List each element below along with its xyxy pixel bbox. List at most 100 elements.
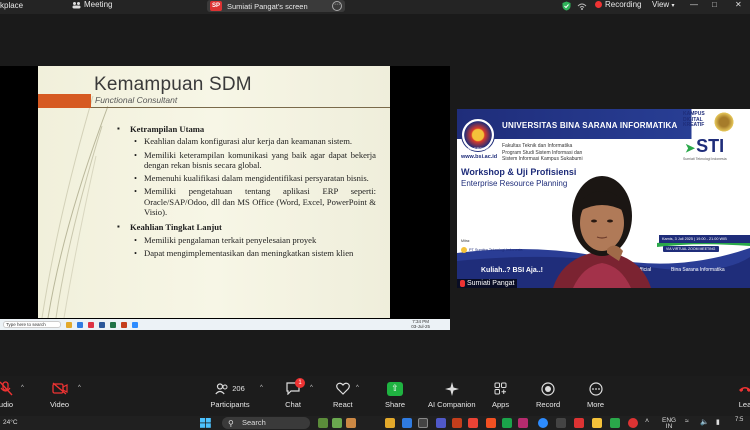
sharer-avatar: SP (210, 1, 222, 11)
recording-indicator[interactable]: Recording (595, 0, 641, 9)
bullet-item: Memenuhi kualifikasi dalam mengidentifik… (118, 173, 376, 184)
app-icon[interactable] (502, 418, 512, 428)
participant-person (553, 176, 651, 288)
chat-unread-badge: 1 (295, 378, 305, 388)
app-title: kplace (0, 1, 24, 10)
windows-start-icon[interactable] (200, 418, 211, 428)
participants-options-icon[interactable]: ^ (260, 385, 263, 391)
share-button[interactable]: ⇧ Share (385, 381, 405, 409)
audio-options-icon[interactable]: ^ (21, 385, 24, 391)
more-button[interactable]: More (587, 381, 604, 409)
taskbar-search[interactable]: ⚲ Search (222, 417, 310, 429)
excel-icon (110, 321, 116, 328)
sti-logo: ➤STI (685, 136, 725, 156)
ai-companion-button[interactable]: AI Companion (428, 381, 476, 409)
apps-button[interactable]: Apps (492, 381, 509, 409)
react-button[interactable]: React (333, 381, 353, 409)
shield-check-icon[interactable] (562, 1, 571, 11)
audio-button[interactable]: udio (0, 381, 14, 409)
search-icon: ⚲ (228, 419, 234, 428)
social-name: Bina Sarana Informatika (671, 267, 725, 273)
app-icon[interactable] (574, 418, 584, 428)
bullet-item: Keahlian dalam konfigurasi alur kerja da… (118, 136, 376, 147)
shared-screen[interactable]: Kemampuan SDM Functional Consultant Ketr… (0, 66, 450, 330)
chat-button[interactable]: 1 Chat (285, 378, 305, 409)
website-label: www.bsi.ac.id (461, 154, 498, 160)
slide-title: Kemampuan SDM (94, 74, 252, 95)
leave-button[interactable]: Lea (737, 381, 750, 409)
maximize-button[interactable]: □ (712, 0, 717, 9)
minimize-button[interactable]: — (690, 0, 698, 9)
chat-options-icon[interactable]: ^ (310, 385, 313, 391)
participant-video[interactable]: UNIVERSITAS UNIVERSITAS BINA SARANA INFO… (457, 109, 750, 288)
screen-share-indicator[interactable]: SP Sumiati Pangat's screen ⋯ (207, 0, 345, 12)
recording-label: Recording (605, 0, 642, 9)
language-indicator[interactable]: ENG IN (662, 417, 676, 430)
network-icon[interactable] (577, 1, 587, 11)
taskbar-clock[interactable]: 7:5 (735, 417, 743, 423)
apps-grid-icon (494, 382, 507, 395)
video-label: Video (50, 400, 70, 409)
windows-taskbar: 24°C ⚲ Search ˄ ENG IN ≈ 🔈 ▮ 7:5 (0, 416, 750, 430)
view-label: View (652, 0, 670, 9)
app-icon[interactable] (418, 418, 428, 428)
leave-icon (739, 386, 750, 392)
section-heading: Keahlian Tingkat Lanjut (117, 222, 376, 233)
partner-logo-icon (461, 247, 467, 253)
apps-label: Apps (492, 400, 510, 409)
folder-icon[interactable] (385, 418, 395, 428)
partner-label: Mitra: (461, 239, 470, 243)
record-button[interactable]: Record (536, 381, 560, 409)
teams-icon[interactable] (436, 418, 446, 428)
mail-icon[interactable] (402, 418, 412, 428)
app-icon[interactable] (610, 418, 620, 428)
muted-mic-icon (460, 280, 465, 287)
shared-clock: 7:34 PM 03-Jul-25 (411, 319, 430, 329)
wifi-icon[interactable]: ≈ (685, 418, 694, 428)
view-caret-icon: ▾ (671, 3, 675, 9)
brave-icon[interactable] (486, 418, 496, 428)
slide-subtitle: Functional Consultant (95, 95, 178, 105)
app-icon[interactable] (518, 418, 528, 428)
react-options-icon[interactable]: ^ (356, 385, 359, 391)
video-options-icon[interactable]: ^ (78, 385, 81, 391)
tray-overflow-icon[interactable]: ˄ (645, 418, 653, 428)
chrome-icon[interactable] (468, 418, 478, 428)
event-date: Kamis, 3 Juli 2025 | 19.00 - 21.00 WIB (659, 235, 750, 243)
office-icon[interactable] (452, 418, 462, 428)
participants-button[interactable]: 206 Participants (210, 381, 250, 409)
chat-label: Chat (285, 400, 301, 409)
share-label: Share (385, 400, 406, 409)
battery-icon[interactable]: ▮ (716, 418, 725, 428)
sparkle-icon (444, 381, 459, 396)
share-label: Sumiati Pangat's screen (227, 1, 308, 11)
app-icon[interactable] (628, 418, 638, 428)
university-caption: UNIVERSITAS (466, 147, 490, 151)
app-icon[interactable] (556, 418, 566, 428)
app-icon[interactable] (592, 418, 602, 428)
browser-icon (77, 321, 83, 328)
zoom-window: kplace Meeting SP Sumiati Pangat's scree… (0, 0, 750, 430)
more-options-icon[interactable]: ⋯ (332, 1, 342, 11)
weather-widget[interactable]: 24°C (3, 419, 18, 426)
title-bar: kplace Meeting SP Sumiati Pangat's scree… (0, 0, 750, 14)
kampus-emblem (713, 111, 735, 133)
zoom-icon[interactable] (538, 418, 548, 428)
meeting-menu[interactable]: Meeting (72, 0, 112, 9)
close-button[interactable]: ✕ (735, 0, 742, 9)
widget-icon[interactable] (332, 418, 342, 428)
slide-content: Ketrampilan Utama Keahlian dalam konfigu… (117, 124, 376, 261)
zoom-icon (132, 321, 138, 328)
heart-icon (335, 382, 350, 395)
video-off-icon (51, 382, 68, 395)
shared-search-box: Type here to search (3, 321, 61, 328)
share-screen-icon: ⇧ (387, 381, 403, 396)
view-menu[interactable]: View ▾ (652, 0, 674, 9)
mic-muted-icon (0, 381, 13, 396)
widget-icon[interactable] (346, 418, 356, 428)
meeting-icon (72, 1, 81, 8)
video-button[interactable]: Video (50, 381, 69, 409)
more-label: More (587, 400, 605, 409)
volume-icon[interactable]: 🔈 (700, 418, 709, 428)
widget-icon[interactable] (318, 418, 328, 428)
